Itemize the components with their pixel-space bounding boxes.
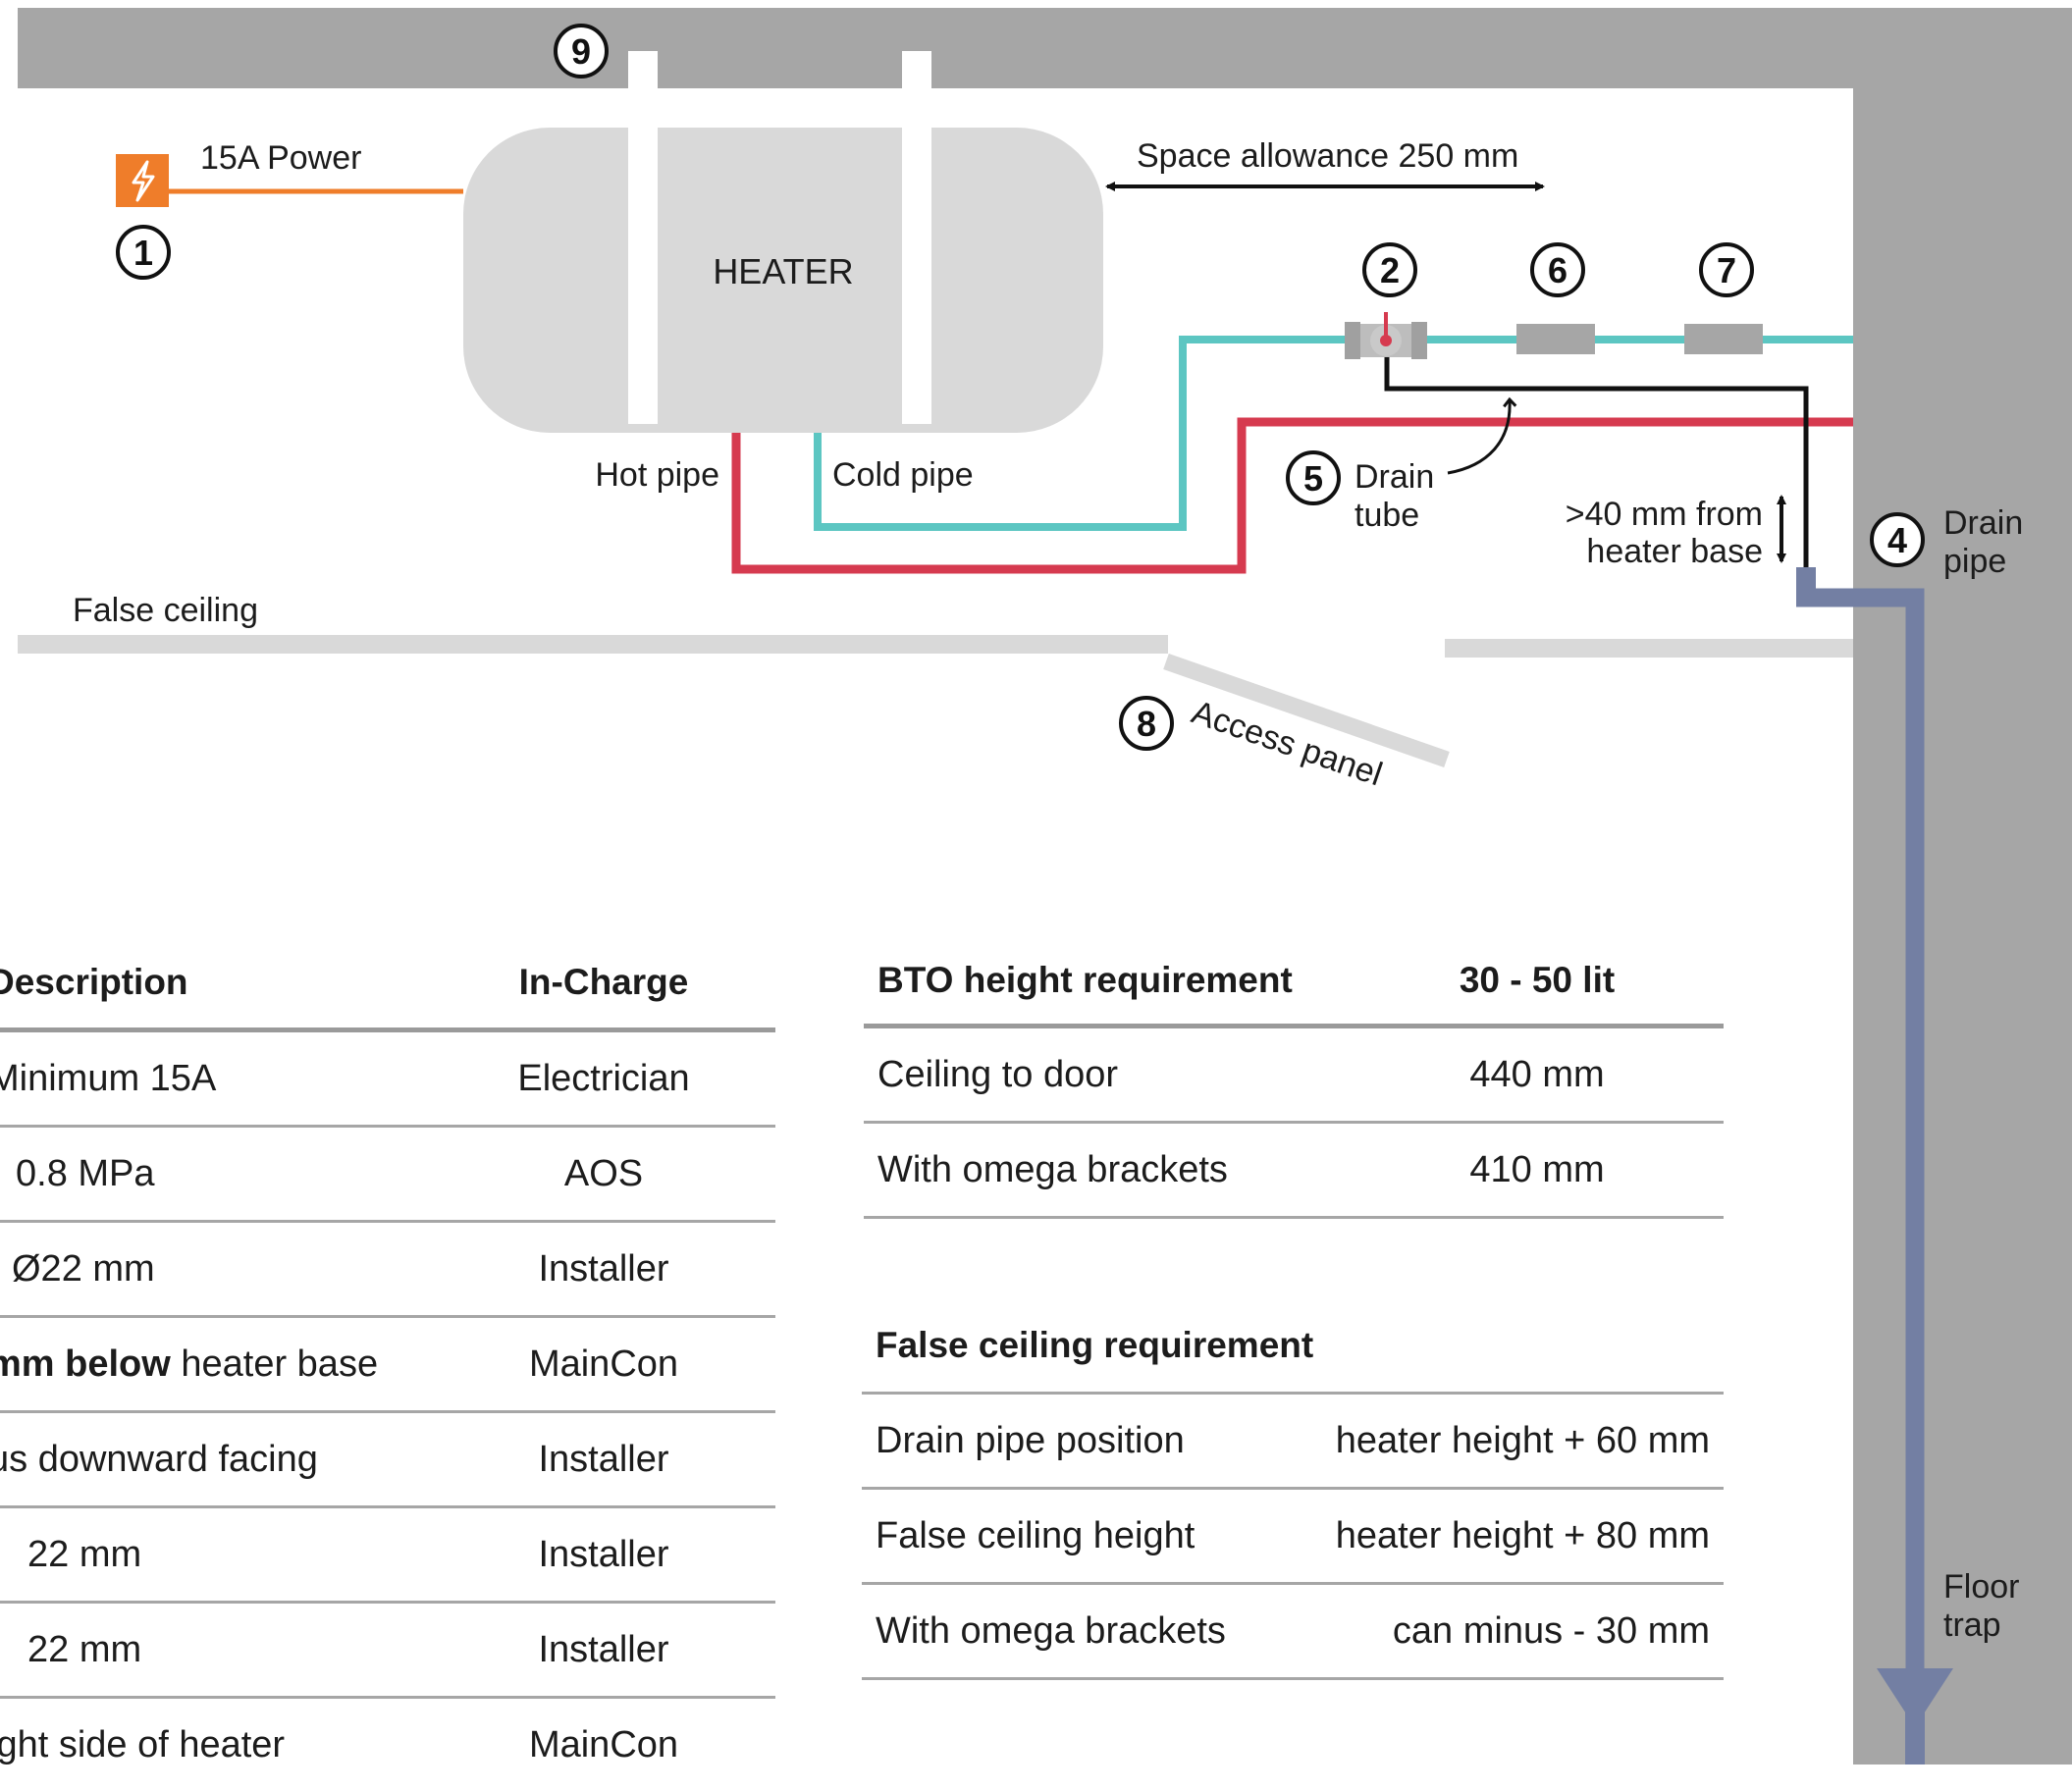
false-ceiling-left (18, 635, 1168, 654)
drain-pipe-label-line2: pipe (1943, 543, 2006, 580)
svg-text:2: 2 (1380, 250, 1400, 290)
table-row: 0.8 MPa AOS (0, 1127, 775, 1222)
svg-text:9: 9 (571, 31, 591, 72)
drain-pipe-label-line1: Drain (1943, 504, 2023, 542)
in-charge-cell: Installer (432, 1412, 775, 1507)
in-charge-cell: AOS (432, 1127, 775, 1222)
table-row: mm below heater base MainCon (0, 1317, 775, 1412)
fitting-icon (1516, 324, 1595, 354)
floor-trap-label-line2: trap (1943, 1607, 2001, 1644)
table-row: ight side of heater MainCon (0, 1698, 775, 1791)
marker-5: 5 (1288, 452, 1339, 503)
svg-text:8: 8 (1137, 704, 1156, 744)
bto-height-table: BTO height requirement 30 - 50 lit Ceili… (864, 937, 1724, 1219)
drain-tube-label-line2: tube (1355, 497, 1419, 534)
heater-bracket-right (902, 51, 931, 424)
fc-value-cell: heater height + 80 mm (1279, 1489, 1724, 1584)
table-row: Drain pipe position heater height + 60 m… (862, 1394, 1724, 1489)
marker-6: 6 (1532, 244, 1583, 295)
in-charge-cell: Electrician (432, 1030, 775, 1127)
description-cell: 22 mm (0, 1507, 432, 1603)
table-row: Ø22 mm Installer (0, 1222, 775, 1317)
in-charge-cell: Installer (432, 1507, 775, 1603)
svg-text:5: 5 (1303, 458, 1323, 499)
fc-value-cell: can minus - 30 mm (1279, 1584, 1724, 1679)
cold-pipe-label: Cold pipe (832, 456, 974, 494)
description-cell: 22 mm (0, 1603, 432, 1698)
in-charge-cell: Installer (432, 1603, 775, 1698)
valve-icon (1345, 312, 1427, 359)
in-charge-header: In-Charge (432, 937, 775, 1030)
table-row: Minimum 15A Electrician (0, 1030, 775, 1127)
svg-text:6: 6 (1548, 250, 1567, 290)
floor-trap-label-line1: Floor (1943, 1568, 2019, 1606)
false-ceiling-table: Drain pipe position heater height + 60 m… (862, 1392, 1724, 1680)
table-row: With omega brackets can minus - 30 mm (862, 1584, 1724, 1679)
description-cell: us downward facing (0, 1412, 432, 1507)
fc-value-cell: heater height + 60 mm (1279, 1394, 1724, 1489)
ceiling-slab (18, 8, 2072, 88)
description-cell: 0.8 MPa (0, 1127, 432, 1222)
description-cell: ight side of heater (0, 1698, 432, 1791)
description-cell: Ø22 mm (0, 1222, 432, 1317)
svg-text:7: 7 (1717, 250, 1736, 290)
drain-pipe-bottom (1905, 1708, 1925, 1765)
drain-pipe-inlet (1796, 567, 1816, 591)
description-table: Description In-Charge Minimum 15A Electr… (0, 937, 775, 1791)
table-row: With omega brackets 410 mm (864, 1123, 1724, 1218)
in-charge-cell: MainCon (432, 1698, 775, 1791)
heater-bracket-left (628, 51, 658, 424)
false-ceiling-label: False ceiling (73, 592, 258, 629)
description-header: Description (0, 937, 432, 1030)
false-ceiling-right (1445, 639, 1853, 658)
power-label: 15A Power (200, 139, 361, 177)
marker-8: 8 (1121, 698, 1172, 749)
in-charge-cell: Installer (432, 1222, 775, 1317)
height-note-line2: heater base (1586, 533, 1763, 570)
marker-1: 1 (118, 227, 169, 278)
bto-height-header: BTO height requirement (864, 937, 1351, 1027)
right-wall (1853, 8, 2072, 1765)
drain-tube-pointer (1448, 400, 1510, 473)
fc-label-cell: False ceiling height (862, 1489, 1279, 1584)
table-row: False ceiling height heater height + 80 … (862, 1489, 1724, 1584)
fc-label-cell: Drain pipe position (862, 1394, 1279, 1489)
capacity-header: 30 - 50 lit (1351, 937, 1724, 1027)
description-cell: Minimum 15A (0, 1030, 432, 1127)
bto-value-cell: 440 mm (1351, 1027, 1724, 1123)
power-bolt-icon (116, 154, 169, 207)
description-cell: mm below heater base (0, 1317, 432, 1412)
marker-9: 9 (556, 26, 607, 77)
marker-7: 7 (1701, 244, 1752, 295)
bto-value-cell: 410 mm (1351, 1123, 1724, 1218)
fc-label-cell: With omega brackets (862, 1584, 1279, 1679)
bto-label-cell: With omega brackets (864, 1123, 1351, 1218)
table-row: 22 mm Installer (0, 1603, 775, 1698)
svg-text:4: 4 (1887, 520, 1907, 560)
in-charge-cell: MainCon (432, 1317, 775, 1412)
marker-2: 2 (1364, 244, 1415, 295)
heater-label: HEATER (713, 251, 853, 291)
fitting-icon (1684, 324, 1763, 354)
svg-text:1: 1 (133, 233, 153, 273)
marker-4: 4 (1872, 514, 1923, 565)
space-allowance-label: Space allowance 250 mm (1137, 137, 1518, 175)
table-row: us downward facing Installer (0, 1412, 775, 1507)
height-note-line1: >40 mm from (1566, 496, 1763, 533)
drain-tube-label-line1: Drain (1355, 458, 1434, 496)
hot-pipe-label: Hot pipe (595, 456, 719, 494)
false-ceiling-requirement-title: False ceiling requirement (876, 1325, 1313, 1366)
table-row: 22 mm Installer (0, 1507, 775, 1603)
bto-label-cell: Ceiling to door (864, 1027, 1351, 1123)
table-row: Ceiling to door 440 mm (864, 1027, 1724, 1123)
